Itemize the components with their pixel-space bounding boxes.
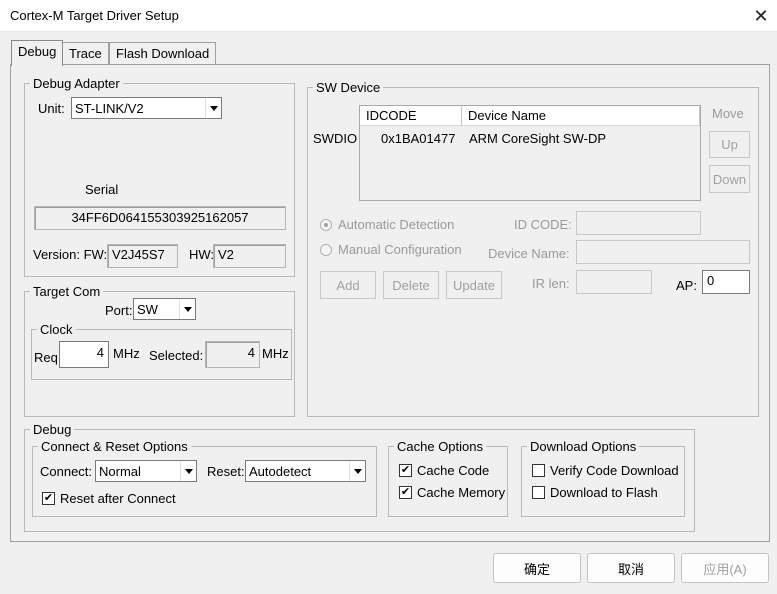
tab-flash-download[interactable]: Flash Download <box>109 42 217 66</box>
port-select[interactable]: SW <box>133 298 196 320</box>
unit-label: Unit: <box>38 101 65 116</box>
tab-trace[interactable]: Trace <box>62 42 109 66</box>
window-title: Cortex-M Target Driver Setup <box>10 8 179 23</box>
close-icon: ✕ <box>753 5 769 26</box>
ir-len-label: IR len: <box>532 276 570 291</box>
selected-clock-field: 4 <box>205 341 260 368</box>
swdio-label: SWDIO <box>313 131 358 146</box>
download-options-legend: Download Options <box>530 439 637 454</box>
clock-legend: Clock <box>40 322 73 337</box>
debug-adapter-legend: Debug Adapter <box>33 76 120 91</box>
selected-unit: MHz <box>262 346 289 361</box>
port-label: Port: <box>105 303 133 318</box>
tab-debug[interactable]: Debug <box>11 40 64 66</box>
connect-select[interactable]: Normal <box>95 460 197 482</box>
chevron-down-icon <box>179 299 195 319</box>
verify-code-download-label: Verify Code Download <box>550 463 679 478</box>
device-name-field[interactable] <box>576 240 750 264</box>
req-label: Req: <box>34 350 62 365</box>
update-button[interactable]: Update <box>446 271 502 299</box>
download-to-flash-checkbox[interactable] <box>532 486 545 499</box>
list-header: IDCODE Device Name <box>360 106 700 126</box>
connect-reset-legend: Connect & Reset Options <box>41 439 188 454</box>
target-com-legend: Target Com <box>33 284 101 299</box>
column-header-idcode[interactable]: IDCODE <box>360 106 462 126</box>
column-header-device-name[interactable]: Device Name <box>462 106 700 126</box>
auto-detect-label: Automatic Detection <box>338 217 455 232</box>
cache-options-group: Cache Options <box>388 439 508 517</box>
row-idcode[interactable]: 0x1BA01477 <box>381 131 455 146</box>
download-options-group: Download Options <box>521 439 685 517</box>
cache-options-legend: Cache Options <box>397 439 483 454</box>
req-unit: MHz <box>113 346 140 361</box>
reset-after-connect-label: Reset after Connect <box>60 491 176 506</box>
version-fw-label: Version: FW: <box>33 247 108 262</box>
sw-device-legend: SW Device <box>316 80 381 95</box>
unit-select[interactable]: ST-LINK/V2 <box>71 97 222 119</box>
cache-memory-checkbox[interactable]: ✔ <box>399 486 412 499</box>
id-code-label: ID CODE: <box>514 217 572 232</box>
selected-label: Selected: <box>149 348 204 363</box>
connect-label: Connect: <box>40 464 93 479</box>
reset-after-connect-checkbox[interactable]: ✔ <box>42 492 55 505</box>
hw-version-field: V2 <box>213 244 286 268</box>
ir-len-field[interactable] <box>576 270 652 294</box>
auto-detect-radio[interactable] <box>320 219 332 231</box>
move-up-button[interactable]: Up <box>709 131 750 158</box>
serial-field: 34FF6D064155303925162057 <box>34 206 286 230</box>
delete-button[interactable]: Delete <box>383 271 439 299</box>
row-device-name[interactable]: ARM CoreSight SW-DP <box>469 131 606 146</box>
sw-device-list[interactable]: IDCODE Device Name 0x1BA01477 ARM CoreSi… <box>359 105 701 201</box>
manual-config-radio[interactable] <box>320 244 332 256</box>
fw-version-field: V2J45S7 <box>107 244 178 268</box>
move-down-button[interactable]: Down <box>709 165 750 193</box>
reset-select[interactable]: Autodetect <box>245 460 366 482</box>
hw-label: HW: <box>189 247 215 262</box>
verify-code-download-checkbox[interactable] <box>532 464 545 477</box>
cache-code-label: Cache Code <box>417 463 490 478</box>
serial-label: Serial <box>85 182 119 197</box>
check-icon: ✔ <box>400 464 411 476</box>
debug-legend: Debug <box>33 422 72 437</box>
cancel-button[interactable]: 取消 <box>587 553 675 583</box>
cache-code-checkbox[interactable]: ✔ <box>399 464 412 477</box>
cache-memory-label: Cache Memory <box>417 485 506 500</box>
device-name-label: Device Name: <box>488 246 570 261</box>
chevron-down-icon <box>180 461 196 481</box>
add-button[interactable]: Add <box>320 271 376 299</box>
move-label: Move <box>712 106 744 121</box>
chevron-down-icon <box>349 461 365 481</box>
apply-button[interactable]: 应用(A) <box>681 553 769 583</box>
check-icon: ✔ <box>400 486 411 498</box>
ap-input[interactable]: 0 <box>702 270 750 294</box>
id-code-field[interactable] <box>576 211 701 235</box>
req-input[interactable]: 4 <box>59 341 109 368</box>
manual-config-label: Manual Configuration <box>338 242 462 257</box>
download-to-flash-label: Download to Flash <box>550 485 658 500</box>
check-icon: ✔ <box>43 492 54 504</box>
ok-button[interactable]: 确定 <box>493 553 581 583</box>
close-button[interactable]: ✕ <box>746 2 776 30</box>
chevron-down-icon <box>205 98 221 118</box>
ap-label: AP: <box>676 278 697 293</box>
reset-label: Reset: <box>207 464 245 479</box>
